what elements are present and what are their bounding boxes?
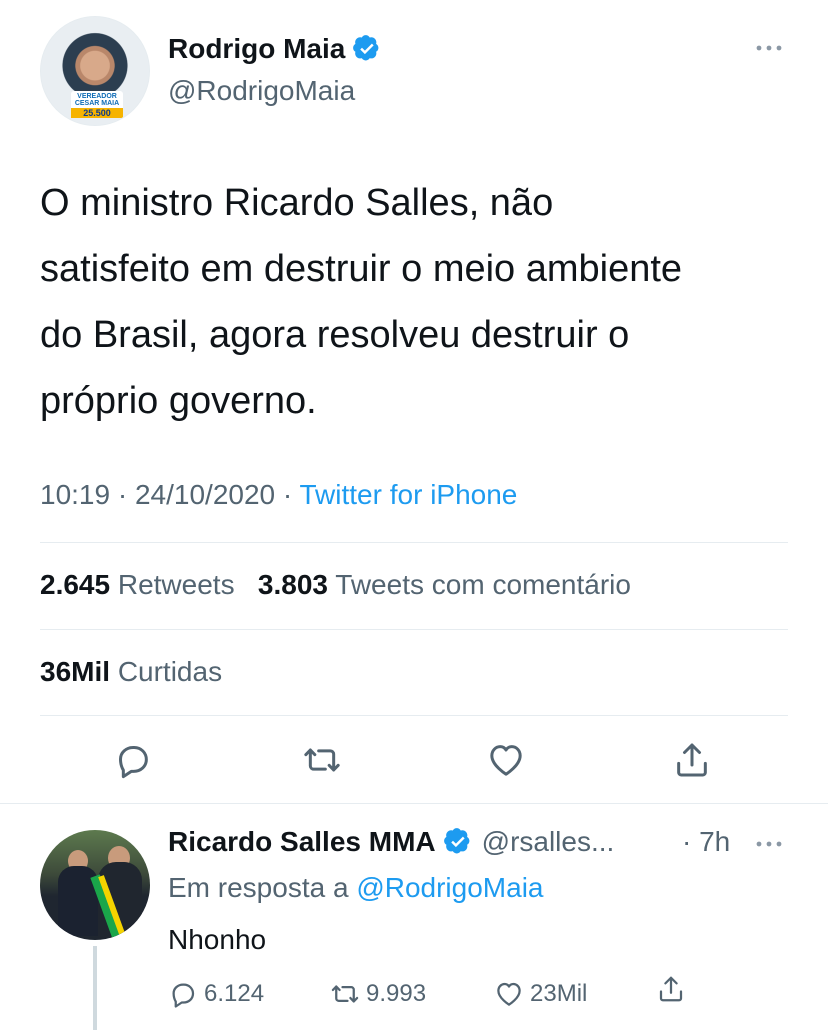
more-dots-icon[interactable]: [754, 834, 784, 854]
reply-action-like[interactable]: 23Mil: [494, 974, 587, 1014]
reply-count: 6.124: [204, 980, 265, 1007]
tweet-time: 10:19: [40, 479, 111, 510]
heart-icon: [497, 982, 521, 1006]
avatar-badge: VEREADOR CESAR MAIA 25.500: [71, 91, 123, 118]
avatar-badge-number: 25.500: [71, 108, 123, 118]
share-icon[interactable]: [672, 740, 712, 780]
likes-count: 36Mil: [40, 656, 111, 687]
divider: [40, 629, 788, 630]
reply-mention-link[interactable]: @RodrigoMaia: [356, 872, 543, 903]
tweet-source-link[interactable]: Twitter for iPhone: [300, 479, 518, 510]
retweets-count: 2.645: [40, 569, 111, 600]
reply-action-retweet[interactable]: 9.993: [330, 974, 426, 1014]
main-tweet: VEREADOR CESAR MAIA 25.500 Rodrigo Maia …: [0, 0, 828, 804]
tweet-actions: [0, 740, 828, 784]
verified-badge-icon: [443, 828, 470, 854]
author-name-row[interactable]: Rodrigo Maia: [168, 32, 381, 66]
verified-badge-icon: [353, 35, 379, 61]
retweet-icon: [331, 985, 359, 1003]
divider: [40, 715, 788, 716]
reply-actions: 6.124 9.993 23Mil: [168, 974, 788, 1014]
reply-author-handle[interactable]: @rsalles...: [482, 824, 615, 860]
replying-to: Em resposta a @RodrigoMaia: [168, 870, 543, 906]
tweet-date: 24/10/2020: [134, 479, 276, 510]
like-count: 23Mil: [530, 980, 588, 1007]
reply-text: Nhonho: [168, 924, 267, 955]
engagement-stats: 2.645 Retweets 3.803 Tweets com comentár…: [40, 568, 631, 602]
likes-stat[interactable]: 36Mil Curtidas: [40, 655, 222, 689]
quotes-count: 3.803: [257, 569, 328, 600]
retweet-icon[interactable]: [302, 740, 342, 780]
heart-icon[interactable]: [486, 740, 526, 780]
retweets-stat[interactable]: 2.645 Retweets: [40, 569, 235, 600]
quotes-label: Tweets com comentário: [335, 569, 631, 600]
reply-icon[interactable]: [113, 740, 153, 780]
reply-action-share[interactable]: [656, 974, 692, 1004]
more-dots-icon[interactable]: [754, 38, 784, 58]
reply-icon: [172, 983, 195, 1008]
reply-tweet[interactable]: Ricardo Salles MMA @rsalles... · 7h Em r…: [0, 804, 828, 1030]
avatar-badge-top: VEREADOR CESAR MAIA: [74, 93, 120, 107]
reply-prefix: Em resposta a: [168, 872, 349, 903]
reply-author-name[interactable]: Ricardo Salles MMA: [168, 824, 436, 860]
meta-separator: ·: [282, 479, 300, 510]
retweet-count: 9.993: [366, 980, 427, 1007]
avatar[interactable]: VEREADOR CESAR MAIA 25.500: [40, 16, 150, 126]
share-icon: [659, 976, 683, 1002]
divider: [40, 542, 788, 543]
meta-separator: ·: [117, 479, 135, 510]
retweets-label: Retweets: [117, 569, 235, 600]
quotes-stat[interactable]: 3.803 Tweets com comentário: [258, 569, 631, 600]
thread-line: [93, 946, 97, 1030]
tweet-meta: 10:19 · 24/10/2020 · Twitter for iPhone: [40, 478, 517, 512]
reply-time[interactable]: · 7h: [682, 824, 730, 860]
reply-action-reply[interactable]: 6.124: [168, 974, 264, 1014]
author-handle[interactable]: @RodrigoMaia: [168, 74, 355, 108]
reply-header: Ricardo Salles MMA @rsalles...: [168, 824, 614, 860]
author-name[interactable]: Rodrigo Maia: [168, 32, 345, 66]
reply-avatar[interactable]: [40, 830, 150, 940]
tweet-text: O ministro Ricardo Salles, não satisfeit…: [40, 182, 683, 422]
likes-label: Curtidas: [117, 656, 223, 687]
